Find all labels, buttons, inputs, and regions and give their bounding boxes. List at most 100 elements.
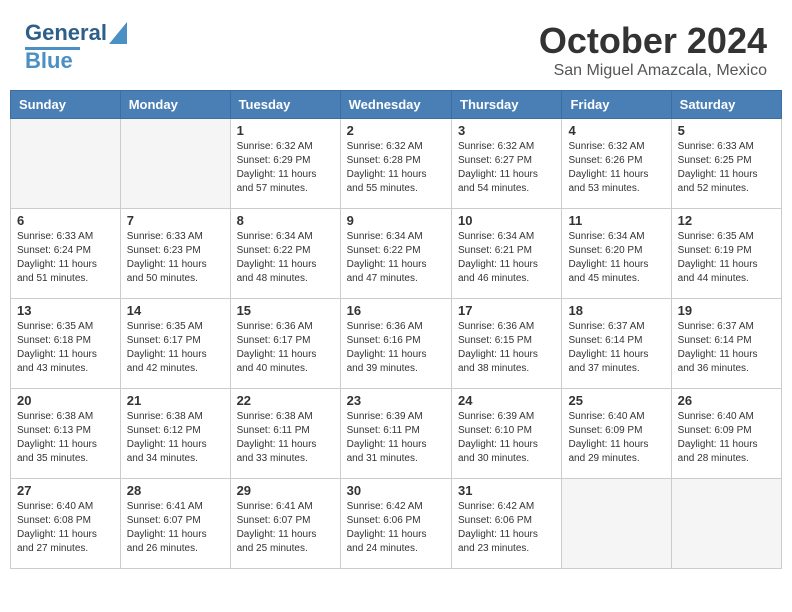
day-number: 20 <box>17 393 114 408</box>
cell-sun-info: Sunrise: 6:36 AM Sunset: 6:15 PM Dayligh… <box>458 320 555 376</box>
day-number: 2 <box>347 123 445 138</box>
weekday-header: Sunday <box>11 91 121 119</box>
calendar-cell: 2 Sunrise: 6:32 AM Sunset: 6:28 PM Daylig… <box>340 119 451 209</box>
day-number: 22 <box>237 393 334 408</box>
cell-sun-info: Sunrise: 6:38 AM Sunset: 6:13 PM Dayligh… <box>17 410 114 466</box>
day-number: 25 <box>568 393 664 408</box>
cell-sun-info: Sunrise: 6:33 AM Sunset: 6:25 PM Dayligh… <box>678 140 775 196</box>
day-number: 21 <box>127 393 224 408</box>
calendar-cell <box>120 119 230 209</box>
calendar-table: SundayMondayTuesdayWednesdayThursdayFrid… <box>10 90 782 569</box>
calendar-cell <box>11 119 121 209</box>
month-title: October 2024 <box>539 20 767 62</box>
cell-sun-info: Sunrise: 6:33 AM Sunset: 6:24 PM Dayligh… <box>17 230 114 286</box>
day-number: 28 <box>127 483 224 498</box>
cell-sun-info: Sunrise: 6:38 AM Sunset: 6:12 PM Dayligh… <box>127 410 224 466</box>
weekday-header: Saturday <box>671 91 781 119</box>
cell-sun-info: Sunrise: 6:42 AM Sunset: 6:06 PM Dayligh… <box>458 500 555 556</box>
cell-sun-info: Sunrise: 6:38 AM Sunset: 6:11 PM Dayligh… <box>237 410 334 466</box>
calendar-cell: 12 Sunrise: 6:35 AM Sunset: 6:19 PM Dayli… <box>671 209 781 299</box>
day-number: 16 <box>347 303 445 318</box>
calendar-cell: 6Sunrise: 6:33 AM Sunset: 6:24 PM Daylig… <box>11 209 121 299</box>
day-number: 14 <box>127 303 224 318</box>
calendar-cell: 19 Sunrise: 6:37 AM Sunset: 6:14 PM Dayli… <box>671 299 781 389</box>
day-number: 31 <box>458 483 555 498</box>
logo: General Blue <box>25 20 127 74</box>
calendar-header-row: SundayMondayTuesdayWednesdayThursdayFrid… <box>11 91 782 119</box>
day-number: 9 <box>347 213 445 228</box>
calendar-week-row: 20 Sunrise: 6:38 AM Sunset: 6:13 PM Dayli… <box>11 389 782 479</box>
cell-sun-info: Sunrise: 6:35 AM Sunset: 6:17 PM Dayligh… <box>127 320 224 376</box>
cell-sun-info: Sunrise: 6:42 AM Sunset: 6:06 PM Dayligh… <box>347 500 445 556</box>
day-number: 30 <box>347 483 445 498</box>
day-number: 7 <box>127 213 224 228</box>
cell-sun-info: Sunrise: 6:40 AM Sunset: 6:08 PM Dayligh… <box>17 500 114 556</box>
calendar-cell: 31 Sunrise: 6:42 AM Sunset: 6:06 PM Dayli… <box>452 479 562 569</box>
calendar-cell: 25Sunrise: 6:40 AM Sunset: 6:09 PM Dayli… <box>562 389 671 479</box>
calendar-cell: 10Sunrise: 6:34 AM Sunset: 6:21 PM Dayli… <box>452 209 562 299</box>
title-area: October 2024 San Miguel Amazcala, Mexico <box>539 20 767 80</box>
day-number: 11 <box>568 213 664 228</box>
weekday-header: Tuesday <box>230 91 340 119</box>
calendar-cell: 18 Sunrise: 6:37 AM Sunset: 6:14 PM Dayli… <box>562 299 671 389</box>
cell-sun-info: Sunrise: 6:32 AM Sunset: 6:26 PM Dayligh… <box>568 140 664 196</box>
cell-sun-info: Sunrise: 6:32 AM Sunset: 6:29 PM Dayligh… <box>237 140 334 196</box>
calendar-cell: 15Sunrise: 6:36 AM Sunset: 6:17 PM Dayli… <box>230 299 340 389</box>
calendar-cell: 16 Sunrise: 6:36 AM Sunset: 6:16 PM Dayli… <box>340 299 451 389</box>
day-number: 18 <box>568 303 664 318</box>
calendar-cell <box>562 479 671 569</box>
cell-sun-info: Sunrise: 6:36 AM Sunset: 6:17 PM Dayligh… <box>237 320 334 376</box>
day-number: 26 <box>678 393 775 408</box>
weekday-header: Thursday <box>452 91 562 119</box>
logo-general-text: General <box>25 20 107 46</box>
calendar-cell: 17Sunrise: 6:36 AM Sunset: 6:15 PM Dayli… <box>452 299 562 389</box>
calendar-cell: 22 Sunrise: 6:38 AM Sunset: 6:11 PM Dayli… <box>230 389 340 479</box>
calendar-cell: 30 Sunrise: 6:42 AM Sunset: 6:06 PM Dayli… <box>340 479 451 569</box>
cell-sun-info: Sunrise: 6:32 AM Sunset: 6:28 PM Dayligh… <box>347 140 445 196</box>
calendar-cell: 8Sunrise: 6:34 AM Sunset: 6:22 PM Daylig… <box>230 209 340 299</box>
calendar-cell: 26 Sunrise: 6:40 AM Sunset: 6:09 PM Dayli… <box>671 389 781 479</box>
weekday-header: Wednesday <box>340 91 451 119</box>
location: San Miguel Amazcala, Mexico <box>539 62 767 80</box>
cell-sun-info: Sunrise: 6:36 AM Sunset: 6:16 PM Dayligh… <box>347 320 445 376</box>
cell-sun-info: Sunrise: 6:35 AM Sunset: 6:18 PM Dayligh… <box>17 320 114 376</box>
day-number: 12 <box>678 213 775 228</box>
calendar-cell <box>671 479 781 569</box>
day-number: 5 <box>678 123 775 138</box>
cell-sun-info: Sunrise: 6:35 AM Sunset: 6:19 PM Dayligh… <box>678 230 775 286</box>
calendar-week-row: 27Sunrise: 6:40 AM Sunset: 6:08 PM Dayli… <box>11 479 782 569</box>
cell-sun-info: Sunrise: 6:32 AM Sunset: 6:27 PM Dayligh… <box>458 140 555 196</box>
calendar-cell: 28Sunrise: 6:41 AM Sunset: 6:07 PM Dayli… <box>120 479 230 569</box>
cell-sun-info: Sunrise: 6:37 AM Sunset: 6:14 PM Dayligh… <box>568 320 664 376</box>
page-header: General Blue October 2024 San Miguel Ama… <box>10 10 782 85</box>
weekday-header: Monday <box>120 91 230 119</box>
cell-sun-info: Sunrise: 6:34 AM Sunset: 6:22 PM Dayligh… <box>347 230 445 286</box>
calendar-cell: 27Sunrise: 6:40 AM Sunset: 6:08 PM Dayli… <box>11 479 121 569</box>
logo-blue-text: Blue <box>25 48 73 74</box>
day-number: 1 <box>237 123 334 138</box>
day-number: 23 <box>347 393 445 408</box>
calendar-cell: 24 Sunrise: 6:39 AM Sunset: 6:10 PM Dayli… <box>452 389 562 479</box>
calendar-cell: 7Sunrise: 6:33 AM Sunset: 6:23 PM Daylig… <box>120 209 230 299</box>
cell-sun-info: Sunrise: 6:37 AM Sunset: 6:14 PM Dayligh… <box>678 320 775 376</box>
cell-sun-info: Sunrise: 6:41 AM Sunset: 6:07 PM Dayligh… <box>237 500 334 556</box>
day-number: 13 <box>17 303 114 318</box>
logo-triangle-icon <box>109 22 127 44</box>
calendar-week-row: 6Sunrise: 6:33 AM Sunset: 6:24 PM Daylig… <box>11 209 782 299</box>
calendar-cell: 11Sunrise: 6:34 AM Sunset: 6:20 PM Dayli… <box>562 209 671 299</box>
day-number: 4 <box>568 123 664 138</box>
cell-sun-info: Sunrise: 6:40 AM Sunset: 6:09 PM Dayligh… <box>678 410 775 466</box>
day-number: 19 <box>678 303 775 318</box>
day-number: 24 <box>458 393 555 408</box>
cell-sun-info: Sunrise: 6:39 AM Sunset: 6:10 PM Dayligh… <box>458 410 555 466</box>
day-number: 8 <box>237 213 334 228</box>
calendar-cell: 13 Sunrise: 6:35 AM Sunset: 6:18 PM Dayli… <box>11 299 121 389</box>
calendar-cell: 23Sunrise: 6:39 AM Sunset: 6:11 PM Dayli… <box>340 389 451 479</box>
calendar-cell: 5 Sunrise: 6:33 AM Sunset: 6:25 PM Daylig… <box>671 119 781 209</box>
calendar-cell: 1 Sunrise: 6:32 AM Sunset: 6:29 PM Daylig… <box>230 119 340 209</box>
day-number: 10 <box>458 213 555 228</box>
weekday-header: Friday <box>562 91 671 119</box>
calendar-cell: 14 Sunrise: 6:35 AM Sunset: 6:17 PM Dayli… <box>120 299 230 389</box>
calendar-cell: 4 Sunrise: 6:32 AM Sunset: 6:26 PM Daylig… <box>562 119 671 209</box>
calendar-cell: 21 Sunrise: 6:38 AM Sunset: 6:12 PM Dayli… <box>120 389 230 479</box>
